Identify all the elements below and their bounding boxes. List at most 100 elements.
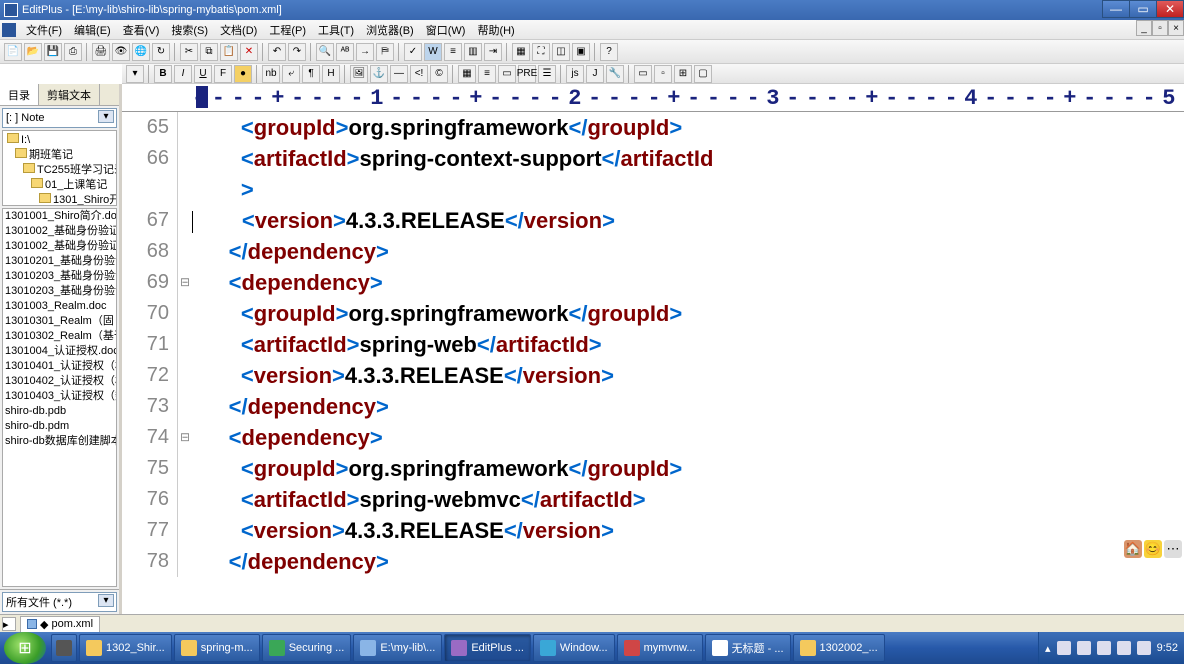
sidebar-tab-directory[interactable]: 目录: [0, 84, 39, 105]
tray-icon-1[interactable]: [1057, 641, 1071, 655]
column-icon[interactable]: ▦: [512, 43, 530, 61]
system-tray[interactable]: ▴ 9:52: [1038, 632, 1184, 664]
object-icon[interactable]: 🔧: [606, 65, 624, 83]
menu-window[interactable]: 窗口(W): [420, 22, 472, 38]
color-icon[interactable]: ●: [234, 65, 252, 83]
smile-icon[interactable]: 😊: [1144, 540, 1162, 558]
table-icon[interactable]: ▦: [458, 65, 476, 83]
div-icon[interactable]: ▭: [634, 65, 652, 83]
menu-doc[interactable]: 文档(D): [214, 22, 263, 38]
more-icon[interactable]: ⋯: [1164, 540, 1182, 558]
paste-icon[interactable]: 📋: [220, 43, 238, 61]
float-widget[interactable]: 🏠 😊 ⋯: [1124, 540, 1182, 558]
doc-dropdown[interactable]: ▾: [126, 65, 144, 83]
taskbar-item[interactable]: Securing ...: [262, 634, 352, 662]
hr-icon[interactable]: —: [390, 65, 408, 83]
tree-item[interactable]: 01_上课笔记: [3, 178, 116, 193]
anchor-icon[interactable]: ⚓: [370, 65, 388, 83]
print-icon[interactable]: 🖨: [92, 43, 110, 61]
tree-root[interactable]: I:\: [3, 133, 116, 148]
home-icon[interactable]: 🏠: [1124, 540, 1142, 558]
tab-list-icon[interactable]: ▸: [2, 617, 16, 631]
list-icon[interactable]: ☰: [538, 65, 556, 83]
break-icon[interactable]: ⤶: [282, 65, 300, 83]
tray-icon-2[interactable]: [1077, 641, 1091, 655]
ruler-icon[interactable]: ▥: [464, 43, 482, 61]
file-item[interactable]: 1301003_Realm.doc: [3, 299, 116, 314]
para-icon[interactable]: ¶: [302, 65, 320, 83]
file-item[interactable]: 13010201_基础身份验证: [3, 254, 116, 269]
taskbar-item[interactable]: 1302_Shir...: [79, 634, 172, 662]
file-item[interactable]: 13010203_基础身份验证: [3, 269, 116, 284]
quick-launch[interactable]: [51, 634, 77, 662]
taskbar-item[interactable]: E:\my-lib\...: [353, 634, 442, 662]
copy-icon[interactable]: ⧉: [200, 43, 218, 61]
file-item[interactable]: shiro-db数据库创建脚本.: [3, 434, 116, 449]
menu-view[interactable]: 查看(V): [117, 22, 166, 38]
close-button[interactable]: ✕: [1156, 0, 1184, 18]
start-button[interactable]: ⊞: [4, 632, 46, 664]
find-icon[interactable]: 🔍: [316, 43, 334, 61]
folder-tree[interactable]: I:\期班笔记TC255班学习记录01_上课笔记1301_Shiro开发: [2, 130, 117, 206]
taskbar-item[interactable]: 无标题 - ...: [705, 634, 791, 662]
tree-item[interactable]: 期班笔记: [3, 148, 116, 163]
file-item[interactable]: 1301002_基础身份验证 (: [3, 224, 116, 239]
center-icon[interactable]: ≡: [478, 65, 496, 83]
underline-icon[interactable]: U: [194, 65, 212, 83]
file-item[interactable]: 13010301_Realm（固: [3, 314, 116, 329]
menu-tools[interactable]: 工具(T): [312, 22, 360, 38]
split-icon[interactable]: ◫: [552, 43, 570, 61]
file-item[interactable]: 1301002_基础身份验证.d: [3, 239, 116, 254]
linenum-icon[interactable]: ≡: [444, 43, 462, 61]
heading-icon[interactable]: H: [322, 65, 340, 83]
comment-icon[interactable]: <!: [410, 65, 428, 83]
tray-icon-3[interactable]: [1097, 641, 1111, 655]
taskbar-item[interactable]: 1302002_...: [793, 634, 885, 662]
bold-icon[interactable]: B: [154, 65, 172, 83]
sidebar-tab-cliptext[interactable]: 剪辑文本: [39, 84, 100, 105]
font-icon[interactable]: F: [214, 65, 232, 83]
file-list[interactable]: 1301001_Shiro简介.doc1301002_基础身份验证 (13010…: [2, 208, 117, 587]
menu-browser[interactable]: 浏览器(B): [360, 22, 420, 38]
preview-icon[interactable]: 👁: [112, 43, 130, 61]
wordwrap-icon[interactable]: W: [424, 43, 442, 61]
tree-item[interactable]: 1301_Shiro开发: [3, 193, 116, 206]
pre-icon[interactable]: PRE: [518, 65, 536, 83]
save-icon[interactable]: 💾: [44, 43, 62, 61]
replace-icon[interactable]: ᴬᴮ: [336, 43, 354, 61]
mdi-restore[interactable]: ▫: [1152, 20, 1168, 36]
file-item[interactable]: 13010401_认证授权（机: [3, 359, 116, 374]
taskbar-item[interactable]: spring-m...: [174, 634, 260, 662]
filter-combo[interactable]: 所有文件 (*.*): [2, 592, 117, 612]
fullscreen-icon[interactable]: ⛶: [532, 43, 550, 61]
doc-tab-pom[interactable]: ◆ pom.xml: [20, 616, 100, 632]
spell-icon[interactable]: ✓: [404, 43, 422, 61]
mdi-minimize[interactable]: _: [1136, 20, 1152, 36]
tray-arrow-icon[interactable]: ▴: [1045, 642, 1051, 655]
tray-icon-4[interactable]: [1117, 641, 1131, 655]
taskbar-item[interactable]: EditPlus ...: [444, 634, 531, 662]
save-all-icon[interactable]: ⎙: [64, 43, 82, 61]
file-item[interactable]: shiro-db.pdm: [3, 419, 116, 434]
menu-file[interactable]: 文件(F): [20, 22, 68, 38]
applet-icon[interactable]: J: [586, 65, 604, 83]
char-icon[interactable]: ©: [430, 65, 448, 83]
indent-icon[interactable]: ⇥: [484, 43, 502, 61]
frame-icon[interactable]: ⊞: [674, 65, 692, 83]
page-icon[interactable]: ▢: [694, 65, 712, 83]
help-icon[interactable]: ?: [600, 43, 618, 61]
image-icon[interactable]: 🖼: [350, 65, 368, 83]
span-icon[interactable]: ▫: [654, 65, 672, 83]
minimize-button[interactable]: —: [1102, 0, 1130, 18]
file-item[interactable]: 1301004_认证授权.doc: [3, 344, 116, 359]
tray-time[interactable]: 9:52: [1157, 642, 1178, 654]
bookmark-icon[interactable]: ⛿: [376, 43, 394, 61]
italic-icon[interactable]: I: [174, 65, 192, 83]
refresh-icon[interactable]: ↻: [152, 43, 170, 61]
file-item[interactable]: shiro-db.pdb: [3, 404, 116, 419]
drive-combo[interactable]: [: ] Note: [2, 108, 117, 128]
redo-icon[interactable]: ↷: [288, 43, 306, 61]
menu-edit[interactable]: 编辑(E): [68, 22, 117, 38]
menu-project[interactable]: 工程(P): [263, 22, 312, 38]
menu-help[interactable]: 帮助(H): [471, 22, 520, 38]
